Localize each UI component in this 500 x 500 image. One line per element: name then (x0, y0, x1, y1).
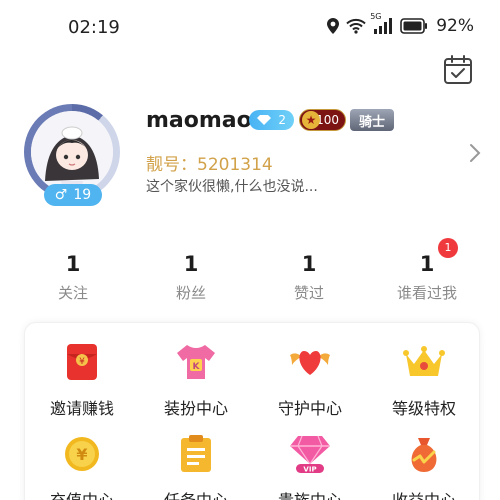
svg-text:¥: ¥ (76, 445, 87, 464)
status-icons: 5G 92% (326, 12, 474, 36)
feature-label: 等级特权 (391, 399, 456, 418)
stat-label: 谁看过我 (396, 284, 457, 302)
feature-label: 装扮中心 (163, 399, 228, 418)
svg-text:K: K (193, 362, 201, 372)
bio: 这个家伙很懒,什么也没说... (146, 179, 318, 195)
calendar-checkin-icon[interactable] (442, 54, 474, 86)
stat-value: 1 (419, 252, 435, 276)
chevron-right-icon[interactable] (468, 142, 482, 164)
notification-badge: 1 (438, 238, 458, 258)
cellular-signal-icon: 5G (370, 12, 394, 34)
stat-value: 1 (65, 252, 81, 276)
wifi-icon (346, 18, 366, 34)
stat-likes[interactable]: 1 赞过 (250, 252, 368, 312)
battery-percent: 92% (436, 16, 474, 36)
age-value: 19 (73, 187, 92, 203)
tshirt-icon: K (174, 341, 218, 383)
star-icon: ★ (302, 111, 320, 129)
stat-value: 1 (183, 252, 199, 276)
svg-text:VIP: VIP (303, 466, 316, 474)
feature-label: 任务中心 (164, 487, 228, 500)
stat-fans[interactable]: 1 粉丝 (132, 252, 250, 312)
feature-label: 收益中心 (392, 487, 456, 500)
stat-label: 关注 (57, 284, 88, 302)
status-bar: 02:19 5G 92% (0, 0, 500, 56)
stat-value: 1 (301, 252, 317, 276)
username: maomao (146, 108, 252, 133)
stat-label: 粉丝 (175, 284, 206, 302)
vip-diamond-icon: VIP (288, 433, 332, 475)
feature-guardian-center[interactable]: 守护中心 (253, 341, 367, 419)
feature-level-privileges[interactable]: 等级特权 (367, 341, 481, 419)
feature-label: 充值中心 (50, 487, 114, 500)
svg-text:¥: ¥ (79, 357, 85, 367)
features-grid: ¥ 邀请赚钱 K 装扮中心 守护中心 等级特权 ¥ 充值中 (25, 341, 481, 500)
feature-label: 守护中心 (277, 399, 342, 418)
male-icon: ♂ (54, 187, 68, 203)
feature-invite-earn[interactable]: ¥ 邀请赚钱 (25, 341, 139, 419)
stat-visitors[interactable]: 1 1 谁看过我 (368, 238, 486, 312)
knight-badge: 骑士 (350, 109, 394, 131)
feature-label: 邀请赚钱 (49, 399, 114, 418)
winged-heart-icon (288, 341, 332, 383)
stat-following[interactable]: 1 关注 (14, 252, 132, 312)
feature-noble-center[interactable]: VIP 贵族中心 (253, 433, 367, 500)
location-icon (326, 17, 340, 35)
gender-age-badge: ♂ 19 (44, 184, 102, 206)
feature-task-center[interactable]: 任务中心 (139, 433, 253, 500)
crown-icon (402, 341, 446, 383)
pretty-id: 靓号：5201314 (146, 155, 273, 175)
status-time: 02:19 (68, 17, 120, 38)
stats-row: 1 关注 1 粉丝 1 赞过 1 1 谁看过我 (14, 238, 486, 312)
avatar-image (31, 111, 113, 193)
feature-label: 贵族中心 (278, 487, 342, 500)
feature-earnings-center[interactable]: 收益中心 (367, 433, 481, 500)
user-level-badge: 2 (249, 110, 294, 130)
feature-dressup-center[interactable]: K 装扮中心 (139, 341, 253, 419)
red-envelope-icon: ¥ (60, 341, 104, 383)
battery-icon (400, 18, 428, 34)
task-list-icon (174, 433, 218, 475)
features-card: ¥ 邀请赚钱 K 装扮中心 守护中心 等级特权 ¥ 充值中 (24, 322, 480, 500)
money-bag-icon (402, 433, 446, 475)
feature-recharge-center[interactable]: ¥ 充值中心 (25, 433, 139, 500)
diamond-icon (257, 115, 271, 125)
gold-coin-icon: ¥ (60, 433, 104, 475)
stat-label: 赞过 (293, 284, 324, 302)
wealth-level-badge: ★ 100 (299, 109, 346, 131)
network-type: 5G (370, 12, 382, 21)
user-level-value: 2 (278, 113, 286, 127)
